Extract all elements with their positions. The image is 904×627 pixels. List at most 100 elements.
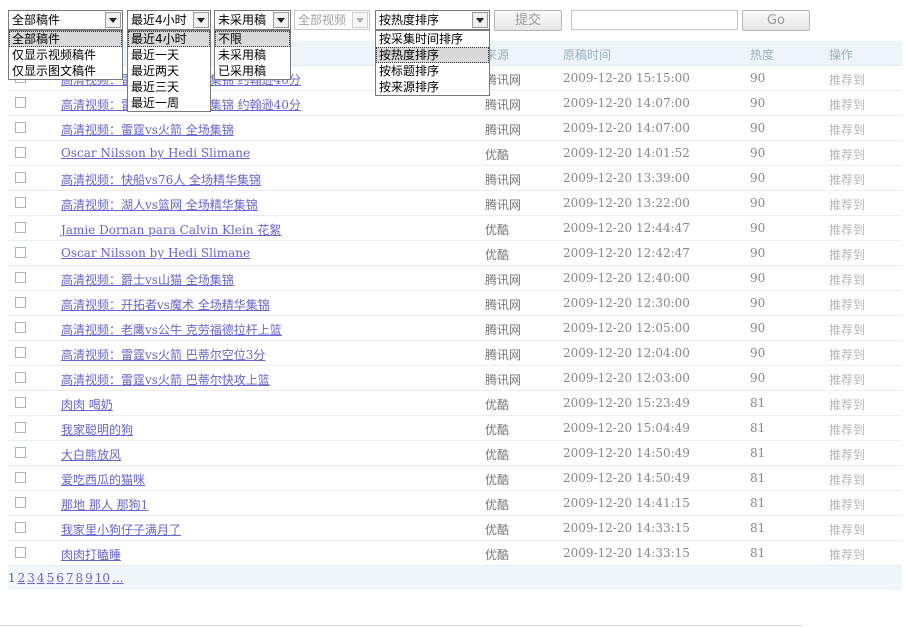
row-checkbox[interactable]: [15, 197, 26, 208]
row-checkbox[interactable]: [15, 147, 26, 158]
dropdown-option[interactable]: 不限: [215, 31, 290, 47]
dropdown-option[interactable]: 按热度排序: [376, 47, 489, 63]
article-title-link[interactable]: 高清视频：雷霆vs火箭 巴蒂尔快攻上篮: [61, 371, 270, 388]
article-title-link[interactable]: 高清视频：湖人vs篮网 全场精华集锦: [61, 196, 258, 213]
article-title-link[interactable]: Oscar Nilsson by Hedi Slimane: [61, 146, 250, 160]
recommend-link[interactable]: 推荐到: [829, 221, 865, 238]
row-checkbox[interactable]: [15, 547, 26, 558]
dropdown-option[interactable]: 仅显示图文稿件: [9, 63, 122, 79]
dropdown-option[interactable]: 最近一周: [128, 95, 210, 111]
type-select-dropdown: 全部稿件 仅显示视频稿件 仅显示图文稿件: [8, 30, 123, 80]
recommend-link[interactable]: 推荐到: [829, 71, 865, 88]
row-checkbox[interactable]: [15, 272, 26, 283]
article-title-link[interactable]: Oscar Nilsson by Hedi Slimane: [61, 246, 250, 260]
dropdown-option[interactable]: 全部稿件: [9, 31, 122, 47]
recommend-link[interactable]: 推荐到: [829, 471, 865, 488]
sort-select[interactable]: 按热度排序: [375, 10, 490, 30]
article-title-link[interactable]: 那地 那人 那狗1: [61, 496, 148, 513]
page-link[interactable]: 3: [27, 571, 35, 585]
article-title-link[interactable]: 肉肉 喝奶: [61, 396, 113, 413]
article-title-link[interactable]: 我家里小狗仔子满月了: [61, 521, 181, 538]
article-title-link[interactable]: 爱吃西瓜的猫咪: [61, 471, 145, 488]
column-time: 原稿时间: [563, 48, 612, 62]
type-select[interactable]: 全部稿件: [8, 10, 123, 30]
chevron-down-icon[interactable]: [105, 12, 121, 28]
dropdown-option[interactable]: 最近两天: [128, 63, 210, 79]
page-link[interactable]: 8: [75, 571, 83, 585]
page-link[interactable]: ...: [112, 571, 123, 585]
article-title-link[interactable]: 我家聪明的狗: [61, 421, 133, 438]
submit-button[interactable]: 提交: [494, 10, 562, 31]
chevron-down-icon[interactable]: [273, 12, 289, 28]
recommend-link[interactable]: 推荐到: [829, 371, 865, 388]
article-title-link[interactable]: 高清视频：雷霆vs火箭 全场集锦: [61, 121, 234, 138]
row-checkbox[interactable]: [15, 447, 26, 458]
row-checkbox[interactable]: [15, 172, 26, 183]
row-checkbox[interactable]: [15, 247, 26, 258]
chevron-down-icon[interactable]: [193, 12, 209, 28]
article-title-link[interactable]: Jamie Dornan para Calvin Klein 花絮: [61, 221, 281, 238]
recommend-link[interactable]: 推荐到: [829, 496, 865, 513]
row-checkbox[interactable]: [15, 122, 26, 133]
recommend-link[interactable]: 推荐到: [829, 521, 865, 538]
status-select[interactable]: 未采用稿: [214, 10, 291, 30]
recommend-link[interactable]: 推荐到: [829, 446, 865, 463]
dropdown-option[interactable]: 已采用稿: [215, 63, 290, 79]
recommend-link[interactable]: 推荐到: [829, 396, 865, 413]
article-title-link[interactable]: 高清视频：快船vs76人 全场精华集锦: [61, 171, 261, 188]
recommend-link[interactable]: 推荐到: [829, 296, 865, 313]
row-checkbox[interactable]: [15, 372, 26, 383]
page-link[interactable]: 7: [66, 571, 74, 585]
page-link[interactable]: 9: [85, 571, 93, 585]
row-checkbox[interactable]: [15, 422, 26, 433]
search-input[interactable]: [571, 10, 738, 30]
row-checkbox[interactable]: [15, 522, 26, 533]
recommend-link[interactable]: 推荐到: [829, 146, 865, 163]
recommend-link[interactable]: 推荐到: [829, 96, 865, 113]
dropdown-option[interactable]: 仅显示视频稿件: [9, 47, 122, 63]
row-checkbox[interactable]: [15, 497, 26, 508]
article-title-link[interactable]: 大白熊放风: [61, 446, 121, 463]
article-title-link[interactable]: 高清视频：开拓者vs魔术 全场精华集锦: [61, 296, 270, 313]
page-link[interactable]: 6: [56, 571, 64, 585]
recommend-link[interactable]: 推荐到: [829, 246, 865, 263]
row-checkbox[interactable]: [15, 322, 26, 333]
dropdown-option[interactable]: 最近一天: [128, 47, 210, 63]
page-link[interactable]: 5: [47, 571, 55, 585]
source-cell: 腾讯网: [485, 273, 522, 287]
dropdown-option[interactable]: 按采集时间排序: [376, 31, 489, 47]
page-link[interactable]: 2: [18, 571, 26, 585]
recommend-link[interactable]: 推荐到: [829, 421, 865, 438]
row-checkbox[interactable]: [15, 472, 26, 483]
page-link[interactable]: 4: [37, 571, 45, 585]
chevron-down-icon[interactable]: [472, 12, 488, 28]
row-checkbox[interactable]: [15, 97, 26, 108]
time-select[interactable]: 最近4小时: [127, 10, 211, 30]
source-cell: 腾讯网: [485, 373, 522, 387]
dropdown-option[interactable]: 最近三天: [128, 79, 210, 95]
row-checkbox[interactable]: [15, 397, 26, 408]
row-checkbox[interactable]: [15, 222, 26, 233]
dropdown-option[interactable]: 按来源排序: [376, 79, 489, 95]
recommend-link[interactable]: 推荐到: [829, 196, 865, 213]
recommend-link[interactable]: 推荐到: [829, 546, 865, 563]
row-checkbox[interactable]: [15, 347, 26, 358]
page-link[interactable]: 10: [95, 571, 110, 585]
table-row: 高清视频：爵士vs山猫 全场集锦 腾讯网 2009-12-20 12:40:00 90…: [8, 266, 902, 291]
dropdown-option[interactable]: 未采用稿: [215, 47, 290, 63]
article-title-link[interactable]: 高清视频：老鹰vs公牛 克劳福德拉杆上篮: [61, 321, 282, 338]
page-link[interactable]: 1: [8, 571, 16, 585]
row-checkbox[interactable]: [15, 297, 26, 308]
source-cell: 腾讯网: [485, 73, 522, 87]
article-title-link[interactable]: 高清视频：爵士vs山猫 全场集锦: [61, 271, 234, 288]
go-button[interactable]: Go: [742, 10, 810, 31]
recommend-link[interactable]: 推荐到: [829, 171, 865, 188]
article-title-link[interactable]: 肉肉打瞌睡: [61, 546, 121, 563]
recommend-link[interactable]: 推荐到: [829, 321, 865, 338]
recommend-link[interactable]: 推荐到: [829, 271, 865, 288]
article-title-link[interactable]: 高清视频：雷霆vs火箭 巴蒂尔空位3分: [61, 346, 265, 363]
dropdown-option[interactable]: 最近4小时: [128, 31, 210, 47]
recommend-link[interactable]: 推荐到: [829, 346, 865, 363]
recommend-link[interactable]: 推荐到: [829, 121, 865, 138]
dropdown-option[interactable]: 按标题排序: [376, 63, 489, 79]
